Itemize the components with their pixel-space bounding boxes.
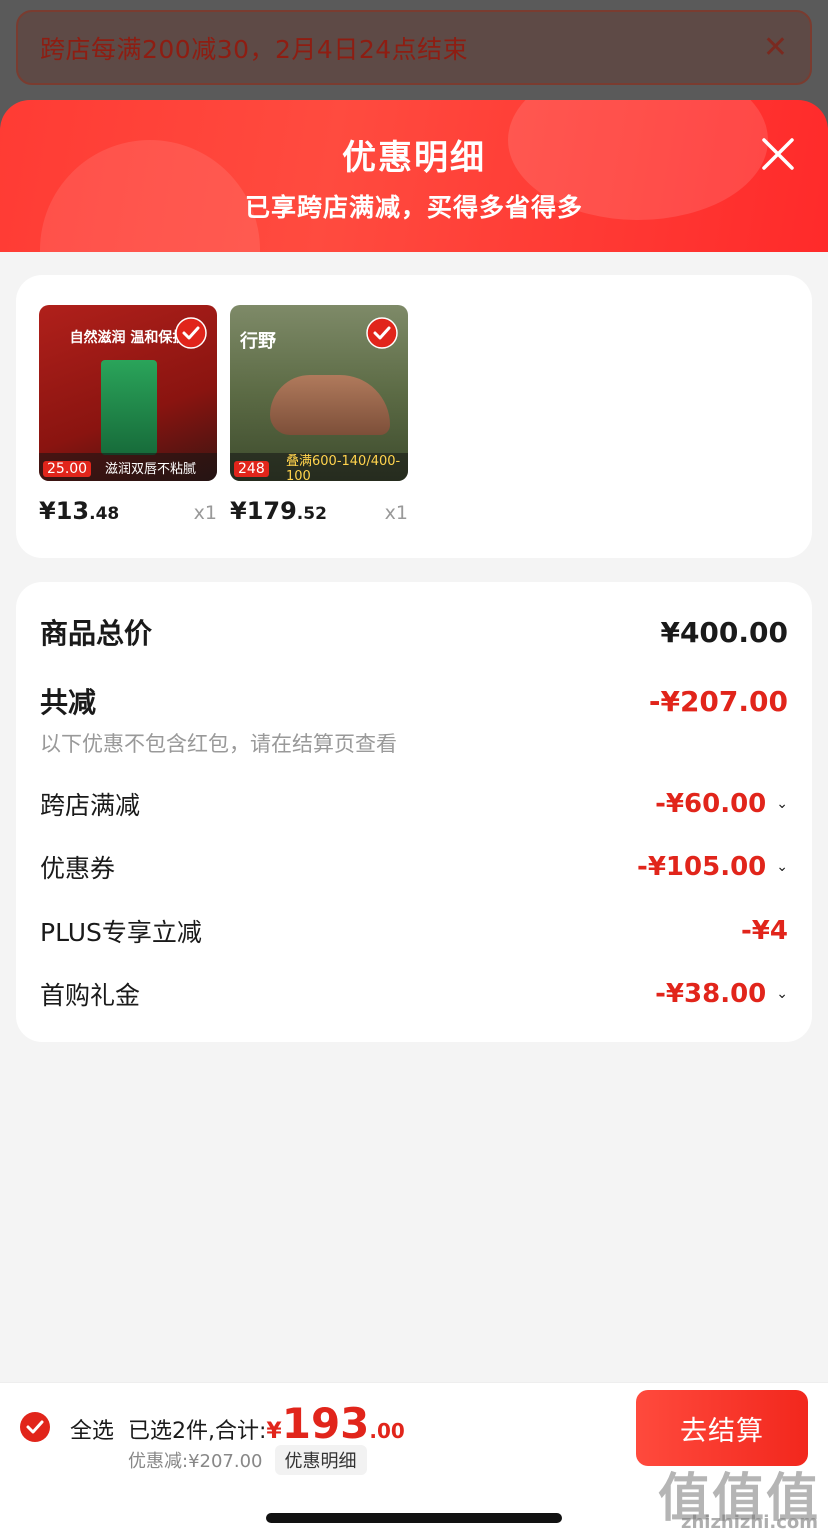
product-pack xyxy=(101,360,157,455)
check-icon[interactable] xyxy=(366,317,398,349)
check-icon[interactable] xyxy=(175,317,207,349)
total-price-value: ¥400.00 xyxy=(660,615,788,649)
product-item[interactable]: 自然滋润 温和保护 滋润双唇不粘腻 25.00 ¥13.48 x1 xyxy=(39,305,217,525)
discount-label: 优惠券 xyxy=(40,854,116,883)
discount-label: 跨店满减 xyxy=(40,791,141,820)
discount-label: 首购礼金 xyxy=(40,981,141,1010)
product-price: ¥13.48 xyxy=(39,497,120,525)
price-summary-card: 商品总价 ¥400.00 共减 -¥207.00 以下优惠不包含红包，请在结算页… xyxy=(16,582,812,1042)
select-all-label[interactable]: 全选 xyxy=(70,1413,114,1445)
product-shoe xyxy=(270,375,390,435)
home-indicator[interactable] xyxy=(266,1513,562,1523)
products-card: 自然滋润 温和保护 滋润双唇不粘腻 25.00 ¥13.48 x1 行野 叠满6… xyxy=(16,275,812,558)
sheet-subtitle: 已享跨店满减，买得多省得多 xyxy=(244,193,583,222)
discount-label: PLUS专享立减 xyxy=(40,918,202,947)
product-price: ¥179.52 xyxy=(230,497,327,525)
total-reduce-row: 共减 -¥207.00 xyxy=(40,681,788,721)
discount-row-first-purchase[interactable]: 首购礼金 -¥38.00 ⌄ xyxy=(40,976,788,1012)
discount-value: -¥105.00 xyxy=(637,852,767,882)
total-reduce-label: 共减 xyxy=(40,686,97,719)
promo-banner: 跨店每满200减30，2月4日24点结束 ✕ xyxy=(16,10,812,85)
product-tag-price: 25.00 xyxy=(43,461,92,477)
close-icon[interactable] xyxy=(758,134,798,174)
selected-total: 已选2件,合计: ¥ 193 .00 xyxy=(128,1399,405,1448)
product-item[interactable]: 行野 叠满600-140/400-100 248 ¥179.52 x1 xyxy=(230,305,408,525)
discount-line: 优惠减:¥207.00 优惠明细 xyxy=(128,1445,367,1475)
product-tag-price: 248 xyxy=(234,461,269,477)
selected-count-text: 已选2件,合计: xyxy=(128,1419,267,1444)
product-image[interactable]: 行野 叠满600-140/400-100 248 xyxy=(230,305,408,481)
sheet-header: 优惠明细 已享跨店满减，买得多省得多 xyxy=(0,100,828,260)
discount-summary-text: 优惠减:¥207.00 xyxy=(128,1451,263,1472)
checkout-button[interactable]: 去结算 xyxy=(636,1390,808,1466)
total-price-row: 商品总价 ¥400.00 xyxy=(40,612,788,652)
chevron-down-icon[interactable]: ⌄ xyxy=(776,859,788,875)
product-price-line: ¥179.52 x1 xyxy=(230,497,408,525)
close-icon[interactable]: ✕ xyxy=(763,32,788,63)
chevron-down-icon[interactable]: ⌄ xyxy=(776,796,788,812)
product-qty: x1 xyxy=(384,502,408,524)
promo-text: 跨店每满200减30，2月4日24点结束 xyxy=(40,34,469,64)
chevron-down-icon[interactable]: ⌄ xyxy=(776,986,788,1002)
total-amount-int: 193 xyxy=(281,1399,370,1448)
discount-value: -¥38.00 xyxy=(655,979,767,1009)
discount-note: 以下优惠不包含红包，请在结算页查看 xyxy=(40,732,397,756)
product-image[interactable]: 自然滋润 温和保护 滋润双唇不粘腻 25.00 xyxy=(39,305,217,481)
discount-value: -¥60.00 xyxy=(655,789,767,819)
total-amount-dec: .00 xyxy=(369,1419,405,1443)
discount-detail-button[interactable]: 优惠明细 xyxy=(274,1445,367,1475)
discount-row-coupon[interactable]: 优惠券 -¥105.00 ⌄ xyxy=(40,849,788,885)
discount-row-plus: PLUS专享立减 -¥4 xyxy=(40,913,788,949)
total-price-label: 商品总价 xyxy=(40,617,153,650)
product-qty: x1 xyxy=(193,502,217,524)
discount-row-cross-store[interactable]: 跨店满减 -¥60.00 ⌄ xyxy=(40,786,788,822)
sheet-title: 优惠明细 xyxy=(342,138,486,178)
discount-value: -¥4 xyxy=(741,916,788,946)
select-all-check-icon[interactable] xyxy=(19,1411,51,1443)
total-currency: ¥ xyxy=(266,1419,282,1444)
watermark-url: zhizhizhi.com xyxy=(680,1512,818,1533)
total-reduce-value: -¥207.00 xyxy=(648,684,788,718)
product-price-line: ¥13.48 x1 xyxy=(39,497,217,525)
